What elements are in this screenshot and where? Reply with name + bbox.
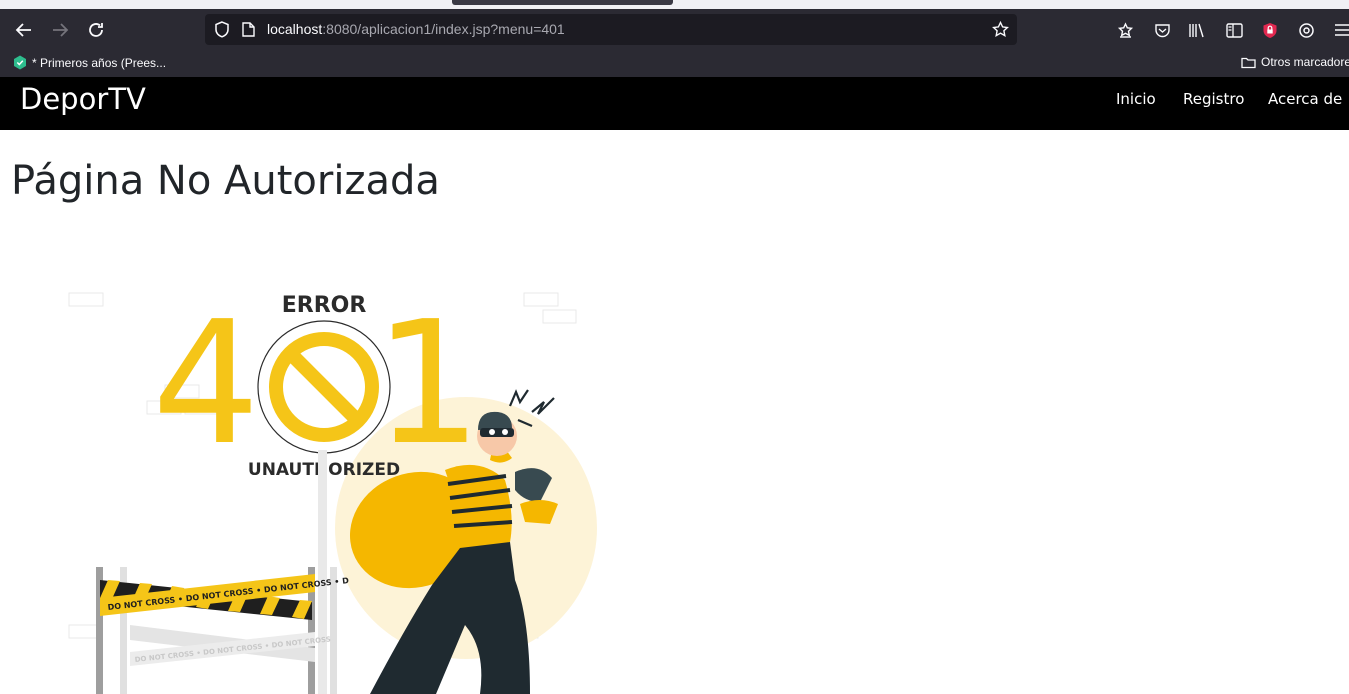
bookmark-label: * Primeros años (Prees... bbox=[32, 55, 167, 70]
url-host: localhost bbox=[267, 21, 323, 37]
code-digit-left: 4 bbox=[152, 285, 260, 483]
addon-shield-button[interactable] bbox=[1255, 9, 1285, 51]
address-bar[interactable]: localhost:8080/aplicacion1/index.jsp?men… bbox=[205, 14, 1017, 45]
pocket-button[interactable] bbox=[1147, 9, 1177, 51]
other-bookmarks-label: Otros marcadore bbox=[1261, 55, 1349, 69]
nav-link-inicio[interactable]: Inicio bbox=[1116, 90, 1156, 108]
forward-button[interactable] bbox=[45, 9, 75, 51]
sidebar-icon bbox=[1225, 22, 1243, 38]
error-label: ERROR bbox=[282, 293, 367, 318]
back-button[interactable] bbox=[9, 9, 39, 51]
library-button[interactable] bbox=[1182, 9, 1212, 51]
arrow-right-icon bbox=[53, 23, 69, 37]
page-title: Página No Autorizada bbox=[11, 158, 440, 204]
no-entry-icon bbox=[257, 320, 391, 454]
brand-logo-text[interactable]: DeporTV bbox=[20, 82, 146, 116]
url-text[interactable]: localhost:8080/aplicacion1/index.jsp?men… bbox=[267, 21, 565, 37]
folder-icon bbox=[1241, 57, 1256, 68]
bookmark-star-icon[interactable] bbox=[992, 21, 1009, 38]
library-icon bbox=[1189, 23, 1204, 37]
hamburger-menu-icon bbox=[1335, 24, 1349, 36]
addon-settings-button[interactable] bbox=[1291, 9, 1321, 51]
reload-button[interactable] bbox=[81, 9, 111, 51]
app-menu-button[interactable] bbox=[1327, 9, 1349, 51]
sidebar-button[interactable] bbox=[1219, 9, 1249, 51]
reload-icon bbox=[89, 23, 103, 37]
arrow-left-icon bbox=[15, 23, 31, 37]
red-shield-lock-icon bbox=[1263, 22, 1277, 38]
nav-link-registro[interactable]: Registro bbox=[1183, 90, 1244, 108]
bookmarks-toolbar: * Primeros años (Prees... Otros marcador… bbox=[0, 51, 1349, 77]
barrier: DO NOT CROSS • DO NOT CROSS • DO NOT CRO… bbox=[96, 450, 350, 694]
site-navbar: DeporTV Inicio Registro Acerca de bbox=[0, 77, 1349, 130]
page-icon[interactable] bbox=[242, 22, 255, 37]
other-bookmarks-folder[interactable]: Otros marcadore bbox=[1241, 55, 1349, 69]
shield-icon[interactable] bbox=[214, 21, 230, 38]
nav-link-acerca-de[interactable]: Acerca de bbox=[1268, 90, 1342, 108]
puzzle-star-icon bbox=[1117, 21, 1133, 38]
url-path: :8080/aplicacion1/index.jsp?menu=401 bbox=[322, 21, 565, 37]
tab-strip bbox=[0, 0, 1349, 9]
bookmark-item[interactable]: * Primeros años (Prees... bbox=[13, 55, 166, 70]
active-tab-edge[interactable] bbox=[452, 0, 673, 5]
error-401-illustration: ERROR 4 1 UNAUTHORIZED DO NOT CROSS • DO… bbox=[68, 285, 597, 694]
pocket-icon bbox=[1154, 23, 1170, 37]
hexagon-logo-icon bbox=[14, 55, 26, 70]
extensions-button[interactable] bbox=[1110, 9, 1140, 51]
gear-icon bbox=[1298, 22, 1314, 38]
browser-toolbar: localhost:8080/aplicacion1/index.jsp?men… bbox=[0, 9, 1349, 51]
